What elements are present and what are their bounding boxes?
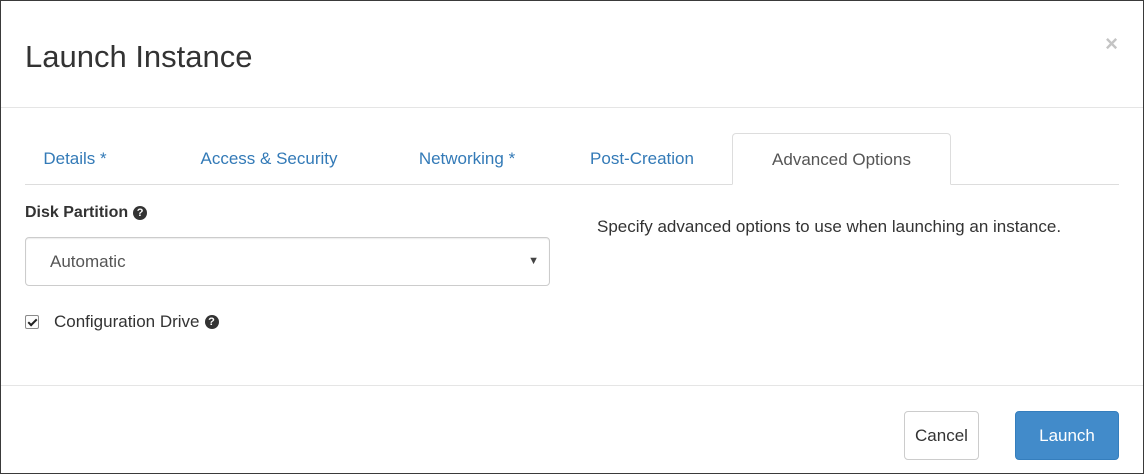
close-icon[interactable]: × bbox=[1105, 33, 1118, 55]
launch-instance-dialog: Launch Instance × Details * Access & Sec… bbox=[0, 0, 1144, 474]
caret-down-icon: ▼ bbox=[528, 255, 539, 267]
modal-footer: Cancel Launch bbox=[1, 385, 1143, 473]
dialog-title: Launch Instance bbox=[25, 39, 253, 74]
disk-partition-label: Disk Partition bbox=[25, 204, 129, 221]
disk-partition-value: Automatic bbox=[50, 252, 126, 271]
disk-partition-label-row: Disk Partition ? bbox=[25, 201, 550, 225]
config-drive-checkbox[interactable] bbox=[25, 315, 39, 329]
disk-partition-select[interactable]: Automatic ▼ bbox=[25, 237, 550, 286]
form-column: Disk Partition ? Automatic ▼ Configurati… bbox=[25, 201, 550, 331]
modal-header: Launch Instance × bbox=[1, 1, 1143, 108]
tab-advanced-options[interactable]: Advanced Options bbox=[732, 133, 951, 185]
question-circle-icon[interactable]: ? bbox=[133, 206, 148, 220]
cancel-button[interactable]: Cancel bbox=[904, 411, 979, 460]
question-circle-icon[interactable]: ? bbox=[204, 315, 219, 329]
config-drive-label: Configuration Drive bbox=[54, 312, 200, 331]
tab-access-security[interactable]: Access & Security bbox=[163, 133, 375, 184]
config-drive-row: Configuration Drive ? bbox=[25, 312, 219, 332]
tab-bar: Details * Access & Security Networking *… bbox=[25, 133, 1119, 185]
tab-networking[interactable]: Networking * bbox=[393, 133, 541, 184]
tab-details[interactable]: Details * bbox=[25, 133, 125, 184]
launch-button[interactable]: Launch bbox=[1015, 411, 1119, 460]
help-text: Specify advanced options to use when lau… bbox=[597, 217, 1062, 236]
tab-post-creation[interactable]: Post-Creation bbox=[557, 133, 727, 184]
